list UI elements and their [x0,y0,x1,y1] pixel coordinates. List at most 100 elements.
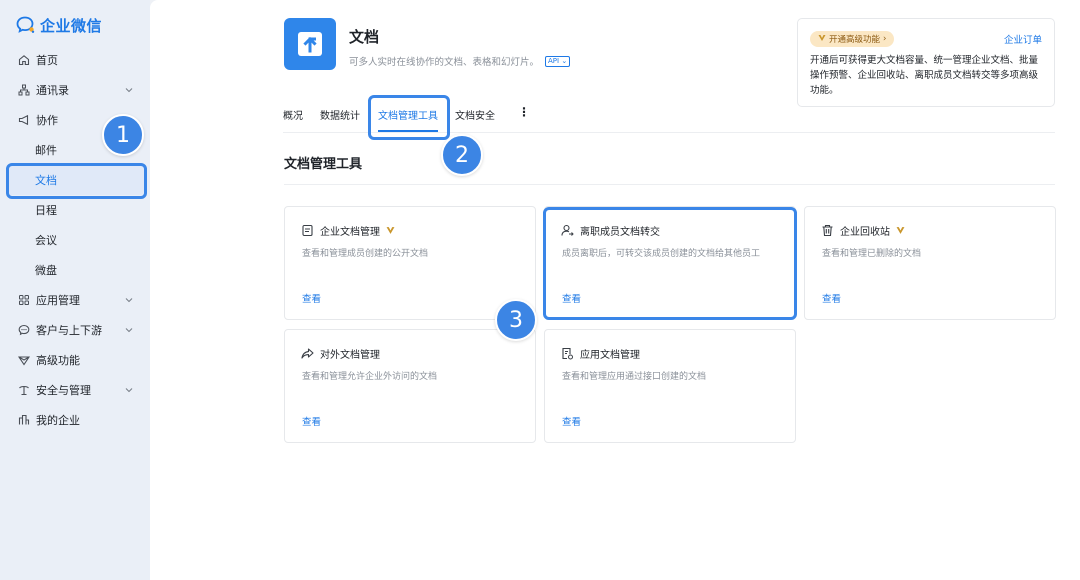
chevron-down-icon[interactable] [124,85,134,95]
vip-icon [896,227,905,234]
shield-icon [18,384,30,396]
user-transfer-icon [561,224,574,237]
chat-icon [18,324,30,336]
admin-console: 企业微信 首页 通讯录 协作 邮件 文档 日程 会议 微盘 应用管理 客户与上下… [0,0,1080,580]
card-header: 企业文档管理 [301,223,395,238]
sidebar-item-advanced[interactable]: 高级功能 [0,345,150,375]
card-title: 应用文档管理 [580,350,640,361]
card-description: 查看和管理已删除的文档 [822,249,922,259]
vip-icon [818,34,826,45]
brand-name: 企业微信 [40,16,103,35]
building-icon [18,414,30,426]
step-marker-1: 1 [102,114,144,156]
section-title: 文档管理工具 [284,157,363,172]
card-enterprise-docs: 企业文档管理 查看和管理成员创建的公开文档 查看 [284,206,536,320]
sidebar-item-label: 协作 [36,114,58,127]
card-title: 企业回收站 [840,227,890,238]
sidebar-item-docs[interactable]: 文档 [6,165,144,195]
view-link[interactable]: 查看 [302,291,321,305]
sidebar-item-label: 高级功能 [36,354,80,367]
step-marker-2: 2 [441,134,483,176]
card-description: 查看和管理应用通过接口创建的文档 [562,372,707,382]
view-link[interactable]: 查看 [562,414,581,428]
view-link[interactable]: 查看 [302,414,321,428]
grid-icon [18,294,30,306]
sidebar-item-label: 我的企业 [36,414,80,427]
enterprise-orders-link[interactable]: 企业订单 [1004,32,1042,46]
sidebar: 企业微信 首页 通讯录 协作 邮件 文档 日程 会议 微盘 应用管理 客户与上下… [0,0,150,580]
sidebar-item-security[interactable]: 安全与管理 [0,375,150,405]
sidebar-item-label: 微盘 [35,264,57,277]
card-title: 对外文档管理 [320,350,380,361]
chevron-down-icon: ⌄ [559,56,568,65]
card-title: 企业文档管理 [320,227,380,238]
sidebar-item-my-company[interactable]: 我的企业 [0,405,150,435]
tab-statistics[interactable]: 数据统计 [320,107,360,122]
card-recycle-bin: 企业回收站 查看和管理已删除的文档 查看 [804,206,1056,320]
trash-icon [821,224,834,237]
tab-bar: 概况 数据统计 文档管理工具 文档安全 ⋮ [283,101,1055,133]
sidebar-item-label: 邮件 [35,144,57,157]
sidebar-item-label: 日程 [35,204,57,217]
sidebar-item-customers[interactable]: 客户与上下游 [0,315,150,345]
app-desc-row: 可多人实时在线协作的文档、表格和幻灯片。 API ⌄ [349,54,571,68]
upgrade-promo: 开通高级功能 › 企业订单 开通后可获得更大文档容量、统一管理企业文档、批量操作… [797,18,1055,107]
sidebar-nav: 首页 通讯录 协作 邮件 文档 日程 会议 微盘 应用管理 客户与上下游 高级功… [0,45,150,435]
api-badge-label: API [548,56,560,65]
chevron-down-icon[interactable] [124,385,134,395]
promo-description: 开通后可获得更大文档容量、统一管理企业文档、批量操作预警、企业回收站、离职成员文… [810,55,1039,96]
upgrade-button[interactable]: 开通高级功能 › [810,31,895,47]
sidebar-item-meeting[interactable]: 会议 [0,225,150,255]
card-header: 对外文档管理 [301,346,380,361]
megaphone-icon [18,114,30,126]
sidebar-item-label: 应用管理 [36,294,80,307]
card-external-docs: 对外文档管理 查看和管理允许企业外访问的文档 查看 [284,329,536,443]
more-menu-icon[interactable]: ⋮ [518,105,530,119]
document-icon [301,224,314,237]
main-panel: 文档 可多人实时在线协作的文档、表格和幻灯片。 API ⌄ 开通高级功能 › 企… [150,0,1080,580]
tab-doc-management-tools[interactable]: 文档管理工具 [378,107,438,122]
tab-overview[interactable]: 概况 [283,107,303,122]
card-header: 企业回收站 [821,223,905,238]
sidebar-item-contacts[interactable]: 通讯录 [0,75,150,105]
chevron-down-icon[interactable] [124,295,134,305]
sidebar-item-home[interactable]: 首页 [0,45,150,75]
card-header: 应用文档管理 [561,346,640,361]
vip-icon [386,227,395,234]
wecom-logo-icon [16,16,35,33]
card-departed-member-transfer: 离职成员文档转交 成员离职后，可转交该成员创建的文档给其他员工 查看 [544,206,796,320]
sidebar-item-label: 文档 [35,174,57,187]
org-chart-icon [18,84,30,96]
active-tab-indicator [378,130,438,132]
diamond-icon [18,354,30,366]
sidebar-item-label: 客户与上下游 [36,324,102,337]
sidebar-item-drive[interactable]: 微盘 [0,255,150,285]
card-title: 离职成员文档转交 [580,227,660,238]
docs-app-icon [284,18,336,70]
api-badge[interactable]: API ⌄ [545,55,571,67]
share-icon [301,347,314,360]
upgrade-label: 开通高级功能 [829,35,881,45]
chevron-right-icon: › [883,34,887,44]
section-divider [284,184,1055,185]
sidebar-item-calendar[interactable]: 日程 [0,195,150,225]
view-link[interactable]: 查看 [822,291,841,305]
app-document-icon [561,347,574,360]
brand-logo[interactable]: 企业微信 [16,14,102,36]
view-link[interactable]: 查看 [562,291,581,305]
sidebar-item-label: 首页 [36,54,58,67]
sidebar-item-label: 安全与管理 [36,384,91,397]
app-info: 文档 可多人实时在线协作的文档、表格和幻灯片。 API ⌄ [349,26,571,70]
card-app-docs: 应用文档管理 查看和管理应用通过接口创建的文档 查看 [544,329,796,443]
app-title: 文档 [349,28,380,46]
home-icon [18,54,30,66]
step-marker-3: 3 [495,299,537,341]
sidebar-item-label: 通讯录 [36,84,69,97]
card-description: 成员离职后，可转交该成员创建的文档给其他员工 [562,249,761,259]
card-description: 查看和管理成员创建的公开文档 [302,249,429,259]
sidebar-item-label: 会议 [35,234,57,247]
sidebar-item-app-management[interactable]: 应用管理 [0,285,150,315]
card-header: 离职成员文档转交 [561,223,660,238]
chevron-down-icon[interactable] [124,325,134,335]
tab-doc-security[interactable]: 文档安全 [455,107,495,122]
